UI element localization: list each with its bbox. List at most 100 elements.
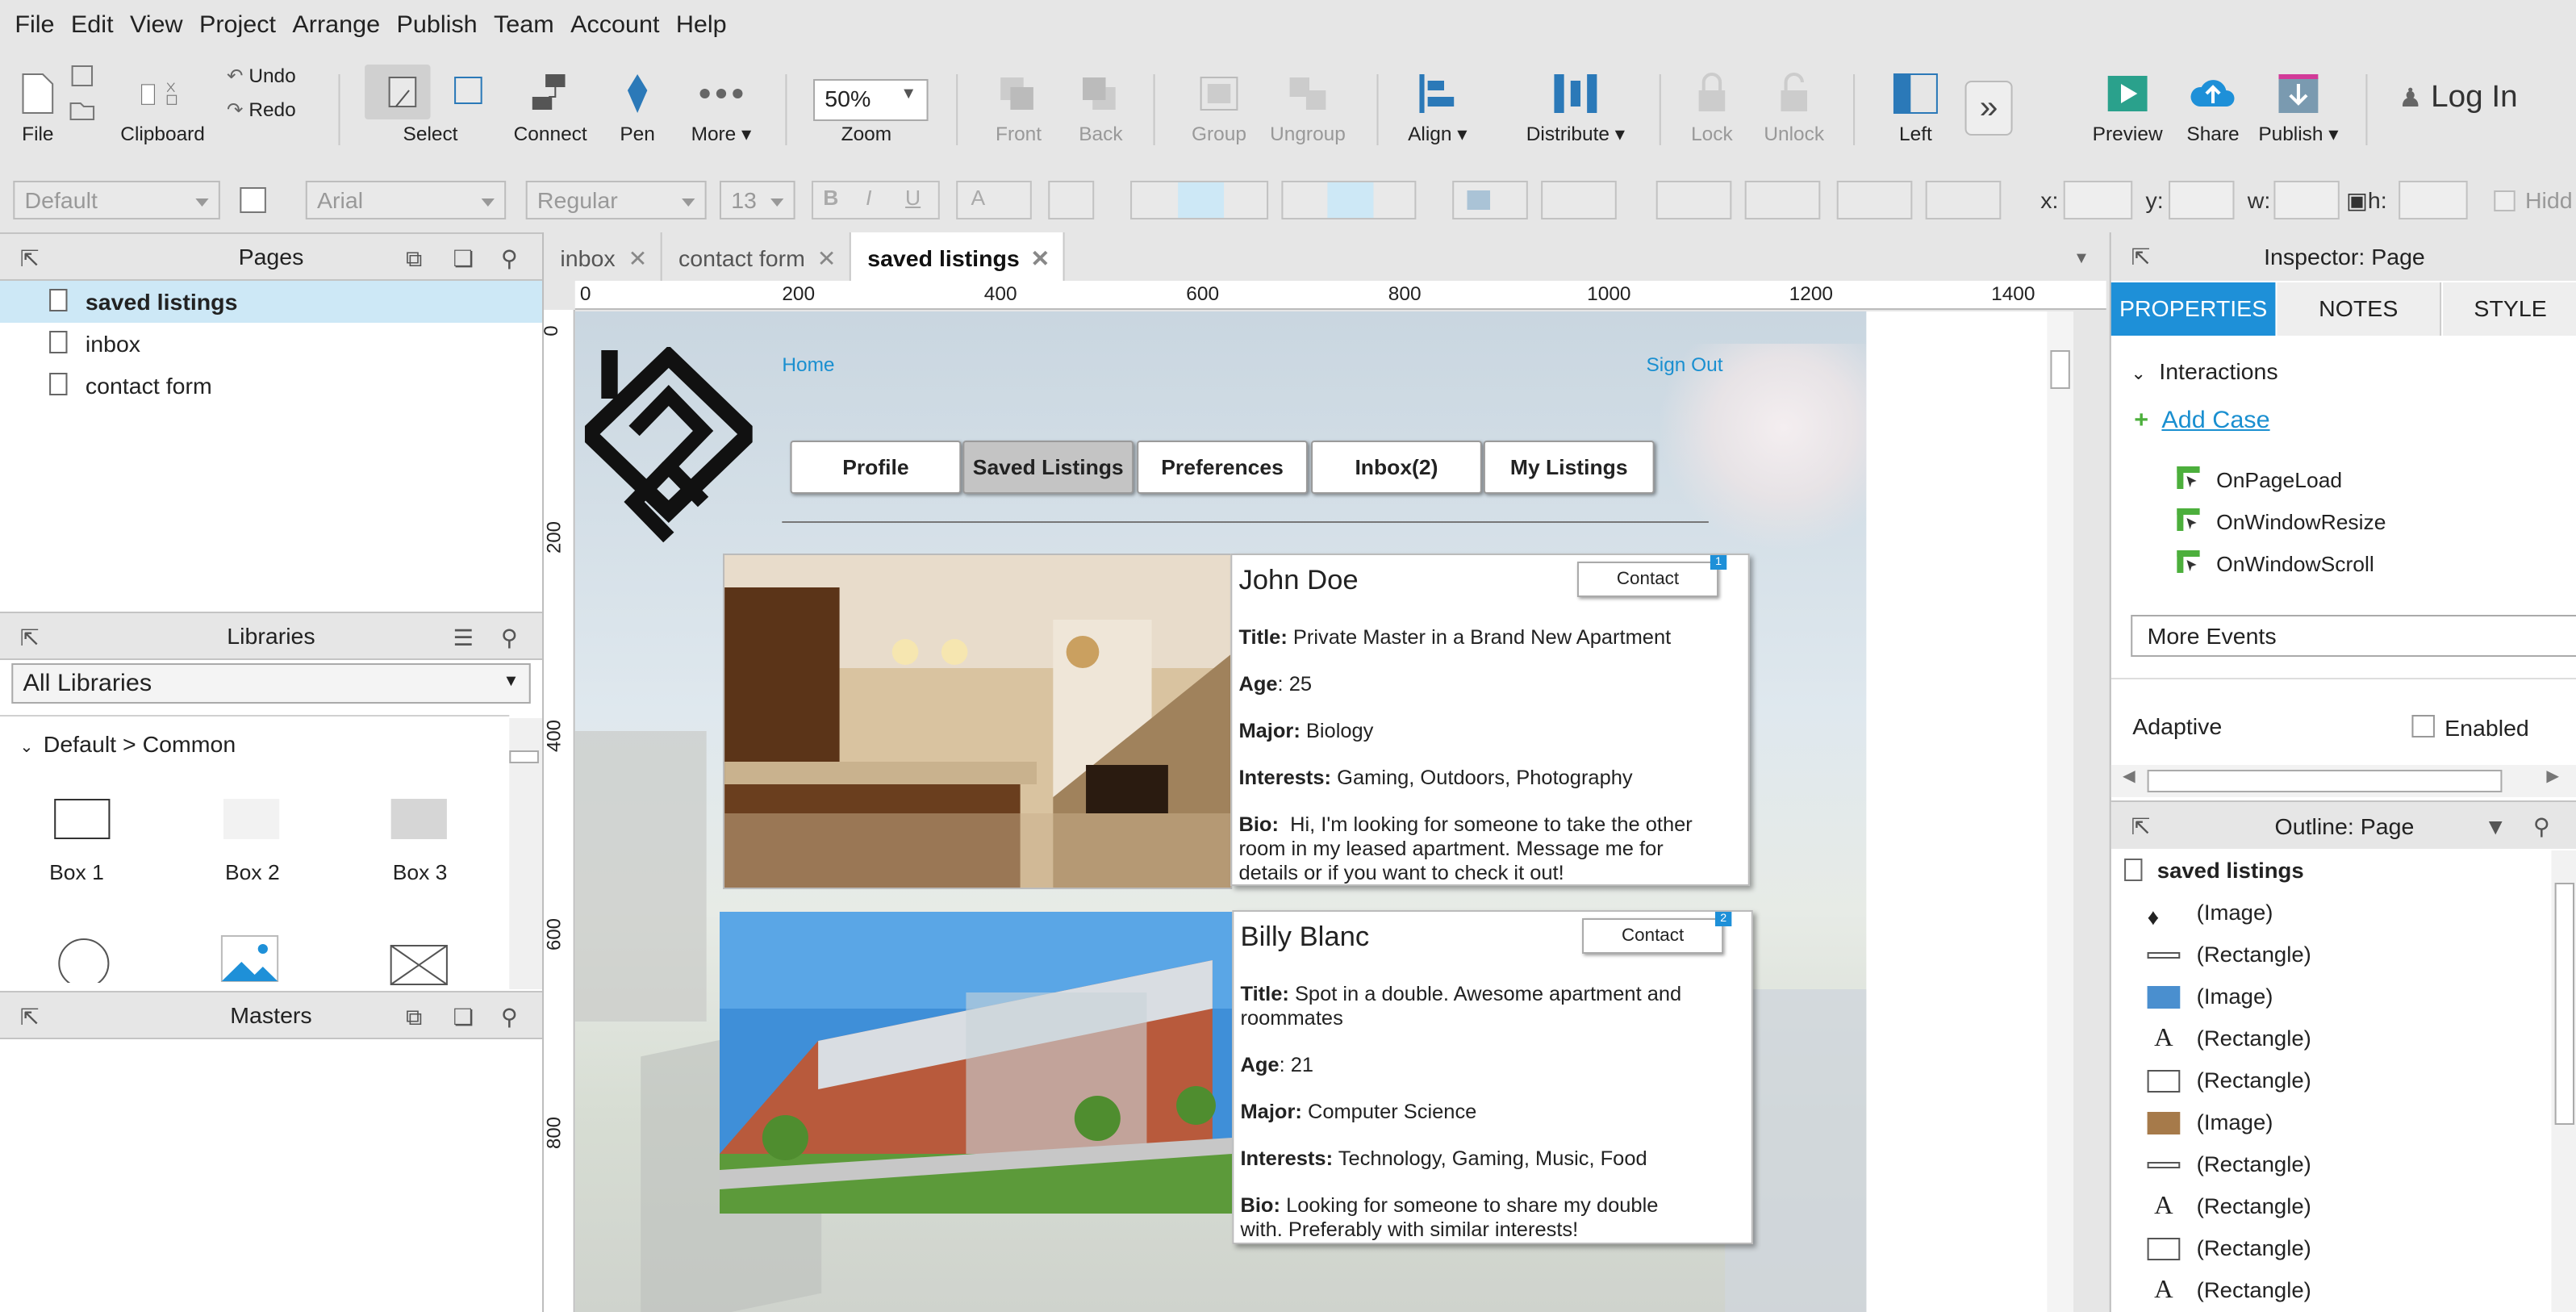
add-master-icon[interactable]: ⧉ (401, 1004, 428, 1030)
add-case-link[interactable]: + Add Case (2134, 407, 2269, 434)
collapse-panel-icon[interactable]: ⇱ (2127, 244, 2154, 270)
menu-project[interactable]: Project (191, 10, 284, 38)
y-input[interactable] (2169, 181, 2235, 219)
page-item-saved-listings[interactable]: saved listings (0, 281, 543, 323)
menu-icon[interactable]: ☰ (450, 625, 477, 650)
shadow-picker[interactable] (1541, 181, 1617, 219)
nav-inbox[interactable]: Inbox(2) (1311, 441, 1482, 494)
collapse-panel-icon[interactable]: ⇱ (16, 625, 43, 650)
outline-item-rectangle[interactable]: A (Rectangle) (2111, 1018, 2555, 1060)
tab-notes[interactable]: NOTES (2277, 282, 2442, 336)
adaptive-enabled-checkbox[interactable] (2411, 715, 2435, 737)
sign-out-link[interactable]: Sign Out (1646, 353, 1722, 376)
outline-item-rectangle[interactable]: (Rectangle) (2111, 1228, 2555, 1270)
distribute-button[interactable]: Distribute ▾ (1518, 71, 1634, 145)
listing-image-kitchen[interactable] (723, 554, 1233, 889)
inspector-hscrollbar[interactable]: ◀ ▶ (2110, 765, 2576, 797)
collapse-panel-icon[interactable]: ⇱ (16, 245, 43, 271)
login-button[interactable]: ♟ Log In (2399, 81, 2518, 116)
tab-saved-listings[interactable]: saved listings ✕ (850, 232, 1065, 284)
outline-item-rectangle[interactable]: A (Rectangle) (2111, 1270, 2555, 1312)
menu-edit[interactable]: Edit (63, 10, 122, 38)
ungroup-button[interactable]: Ungroup (1265, 71, 1351, 145)
text-align-group[interactable] (1130, 181, 1269, 219)
unlock-button[interactable]: Unlock (1758, 71, 1831, 145)
page-item-inbox[interactable]: inbox (0, 323, 542, 365)
canvas-scrollbar[interactable] (2047, 311, 2073, 1312)
zoom-select[interactable]: 50% ▼ (813, 79, 929, 121)
nav-saved-listings[interactable]: Saved Listings (962, 441, 1134, 494)
style-select[interactable]: Default (13, 181, 220, 219)
box2-widget-icon[interactable] (223, 799, 280, 839)
event-onpageload[interactable]: OnPageLoad (2216, 468, 2342, 492)
font-color-picker[interactable]: A (956, 181, 1032, 219)
style-editor-icon[interactable] (240, 187, 266, 213)
more-events-select[interactable]: More Events (2131, 615, 2576, 657)
nav-my-listings[interactable]: My Listings (1483, 441, 1655, 494)
close-icon[interactable]: ✕ (1030, 232, 1050, 284)
home-link[interactable]: Home (782, 353, 834, 376)
arrow-style-picker[interactable] (1925, 181, 2002, 219)
expand-toolbar-button[interactable]: » (1964, 81, 2013, 136)
line-style-picker[interactable] (1836, 181, 1913, 219)
connect-button[interactable]: Connect (512, 71, 588, 145)
box3-widget-icon[interactable] (390, 799, 447, 839)
listing-image-townhouses[interactable] (719, 912, 1233, 1214)
redo-button[interactable]: ↷ Redo (227, 98, 296, 121)
outline-item-rectangle[interactable]: (Rectangle) (2111, 934, 2555, 976)
back-button[interactable]: Back (1068, 71, 1134, 145)
save-open-icons[interactable] (69, 65, 96, 123)
collapse-panel-icon[interactable]: ⇱ (2127, 813, 2154, 839)
pen-button[interactable]: Pen (604, 71, 670, 145)
front-button[interactable]: Front (986, 71, 1051, 145)
tab-style[interactable]: STYLE (2443, 282, 2576, 336)
file-button[interactable]: File (13, 71, 62, 145)
close-icon[interactable]: ✕ (817, 232, 837, 284)
outline-item-rectangle[interactable]: (Rectangle) (2111, 1144, 2555, 1186)
search-icon[interactable]: ⚲ (496, 1004, 523, 1030)
menu-help[interactable]: Help (668, 10, 735, 38)
hidden-checkbox[interactable] (2494, 190, 2515, 211)
font-size-select[interactable]: 13 (719, 181, 795, 219)
tab-overflow-icon[interactable]: ▼ (2073, 250, 2090, 268)
menu-team[interactable]: Team (486, 10, 562, 38)
nav-profile[interactable]: Profile (790, 441, 962, 494)
search-icon[interactable]: ⚲ (2528, 813, 2555, 839)
w-input[interactable] (2273, 181, 2340, 219)
event-onwindowresize[interactable]: OnWindowResize (2216, 510, 2386, 534)
line-color-picker[interactable] (1655, 181, 1732, 219)
ellipse-widget-icon[interactable] (54, 934, 113, 983)
event-onwindowscroll[interactable]: OnWindowScroll (2216, 552, 2374, 576)
more-button[interactable]: More ▾ (683, 71, 759, 145)
page-item-contact-form[interactable]: contact form (0, 365, 542, 407)
outline-item-rectangle[interactable]: (Rectangle) (2111, 1060, 2555, 1102)
collapse-panel-icon[interactable]: ⇱ (16, 1004, 43, 1030)
h-input[interactable] (2399, 181, 2468, 219)
add-folder-icon[interactable]: ❏ (450, 1004, 477, 1030)
add-folder-icon[interactable]: ❏ (450, 245, 477, 271)
fill-color-picker[interactable] (1452, 181, 1528, 219)
tab-properties[interactable]: PROPERTIES (2110, 282, 2276, 336)
menu-file[interactable]: File (6, 10, 63, 38)
close-icon[interactable]: ✕ (628, 232, 647, 284)
menu-view[interactable]: View (122, 10, 191, 38)
publish-button[interactable]: Publish ▾ (2257, 71, 2340, 145)
add-page-icon[interactable]: ⧉ (401, 245, 428, 271)
search-icon[interactable]: ⚲ (496, 625, 523, 650)
outline-item-image[interactable]: (Image) (2111, 1102, 2555, 1144)
contact-button-2[interactable]: Contact (1582, 918, 1724, 954)
outline-root[interactable]: saved listings (2111, 850, 2555, 892)
outline-item-image[interactable]: (Image) (2111, 976, 2555, 1018)
filter-icon[interactable]: ▼ (2482, 813, 2509, 839)
design-canvas[interactable]: Home Sign Out Profile Saved Listings Pre… (574, 311, 2073, 1312)
vertical-align-group[interactable] (1281, 181, 1417, 219)
box1-widget-icon[interactable] (54, 799, 111, 839)
menu-arrange[interactable]: Arrange (284, 10, 388, 38)
placeholder-widget-icon[interactable] (390, 944, 449, 986)
interactions-section[interactable]: ⌄ Interactions (2131, 358, 2277, 384)
tab-inbox[interactable]: inbox ✕ (544, 232, 662, 284)
clipboard-button[interactable]: Clipboard (119, 71, 207, 145)
preview-button[interactable]: Preview (2090, 71, 2165, 145)
nav-preferences[interactable]: Preferences (1137, 441, 1308, 494)
library-select[interactable]: All Libraries ▼ (11, 663, 531, 704)
